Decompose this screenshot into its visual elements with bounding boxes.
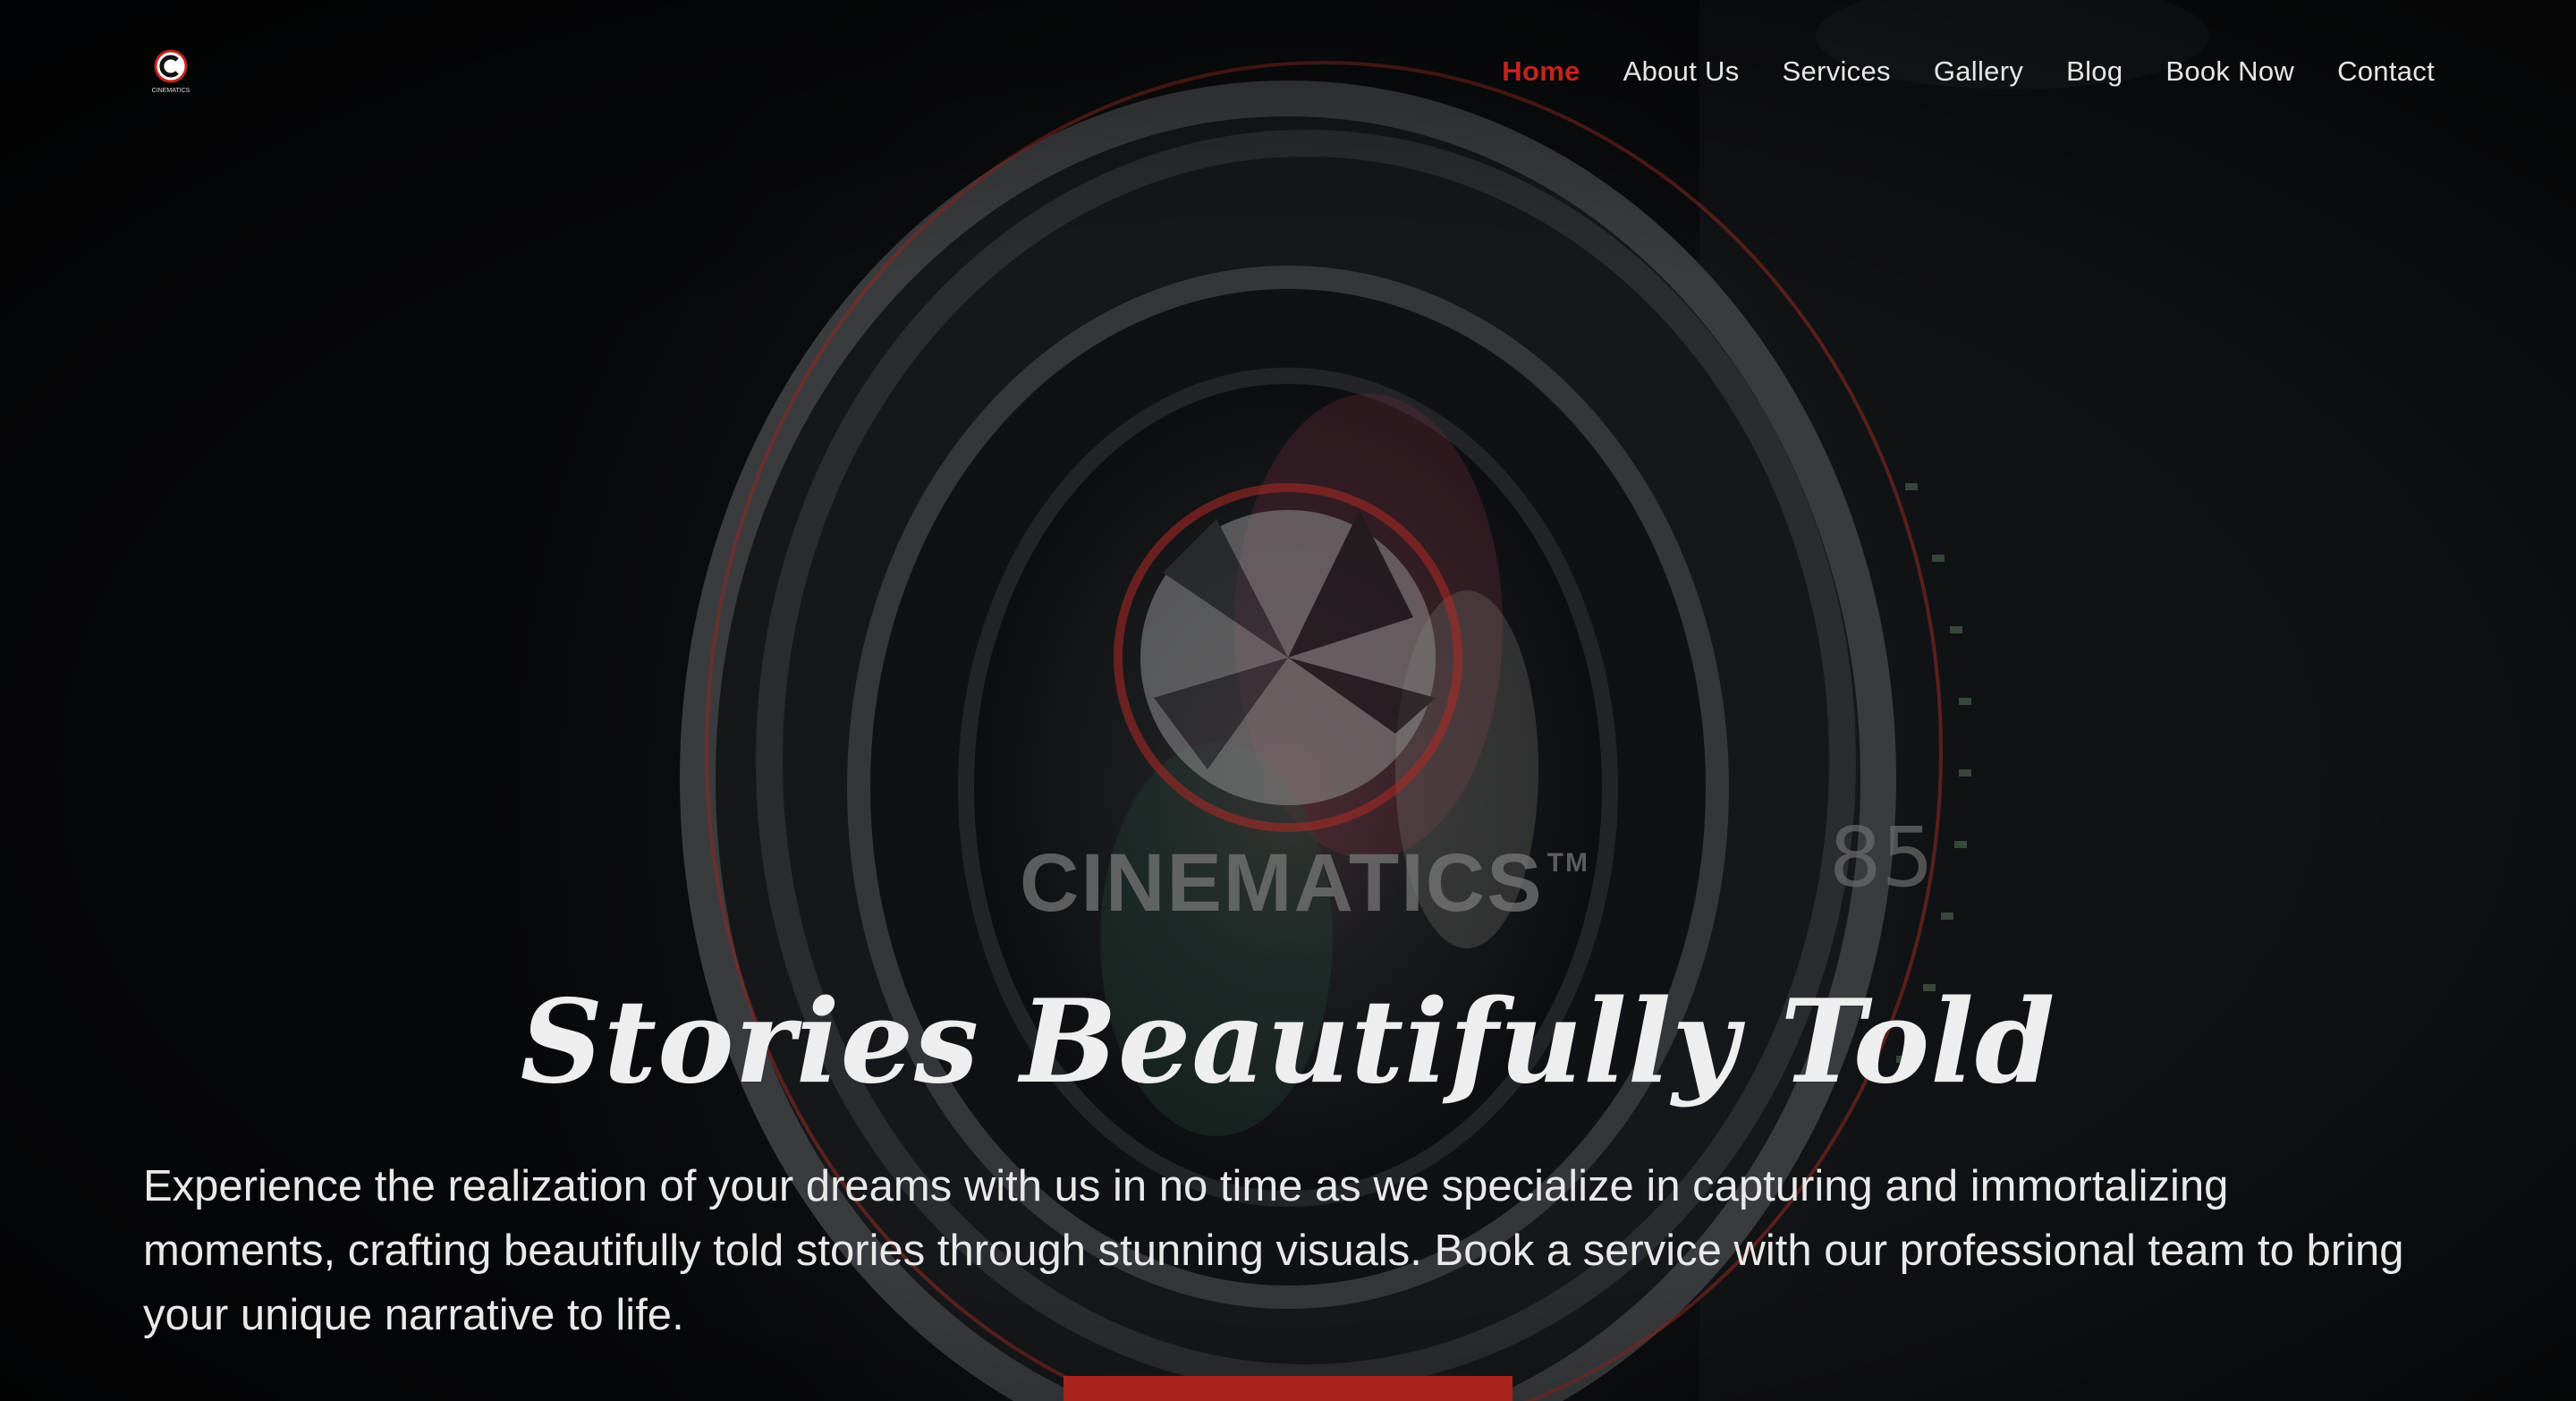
trademark-mark: TM (1546, 848, 1589, 878)
top-navigation: CINEMATICS Home About Us Services Galler… (0, 0, 2576, 143)
cinematics-logo-icon: CINEMATICS (152, 49, 191, 94)
nav-book-now[interactable]: Book Now (2165, 55, 2294, 88)
hero-cta-button[interactable] (1063, 1376, 1513, 1401)
lens-focal-number: 85 (1829, 810, 1935, 905)
main-menu: Home About Us Services Gallery Blog Book… (1502, 55, 2435, 88)
watermark-word: CINEMATICS (1020, 837, 1544, 929)
nav-home[interactable]: Home (1502, 55, 1580, 88)
nav-contact[interactable]: Contact (2337, 55, 2435, 88)
nav-services[interactable]: Services (1783, 55, 1891, 88)
watermark-text: CINEMATICS TM (1020, 836, 1588, 930)
brand-logo[interactable]: CINEMATICS (143, 48, 199, 95)
nav-blog[interactable]: Blog (2066, 55, 2123, 88)
nav-about-us[interactable]: About Us (1623, 55, 1740, 88)
hero-description: Experience the realization of your dream… (143, 1162, 2404, 1339)
nav-gallery[interactable]: Gallery (1934, 55, 2023, 88)
hero-headline: Stories Beautifully Told (520, 975, 2056, 1109)
hero-section: CINEMATICS TM 85 CINEMATICS Home About Us… (0, 0, 2576, 1401)
logo-wordmark: CINEMATICS (152, 88, 191, 94)
